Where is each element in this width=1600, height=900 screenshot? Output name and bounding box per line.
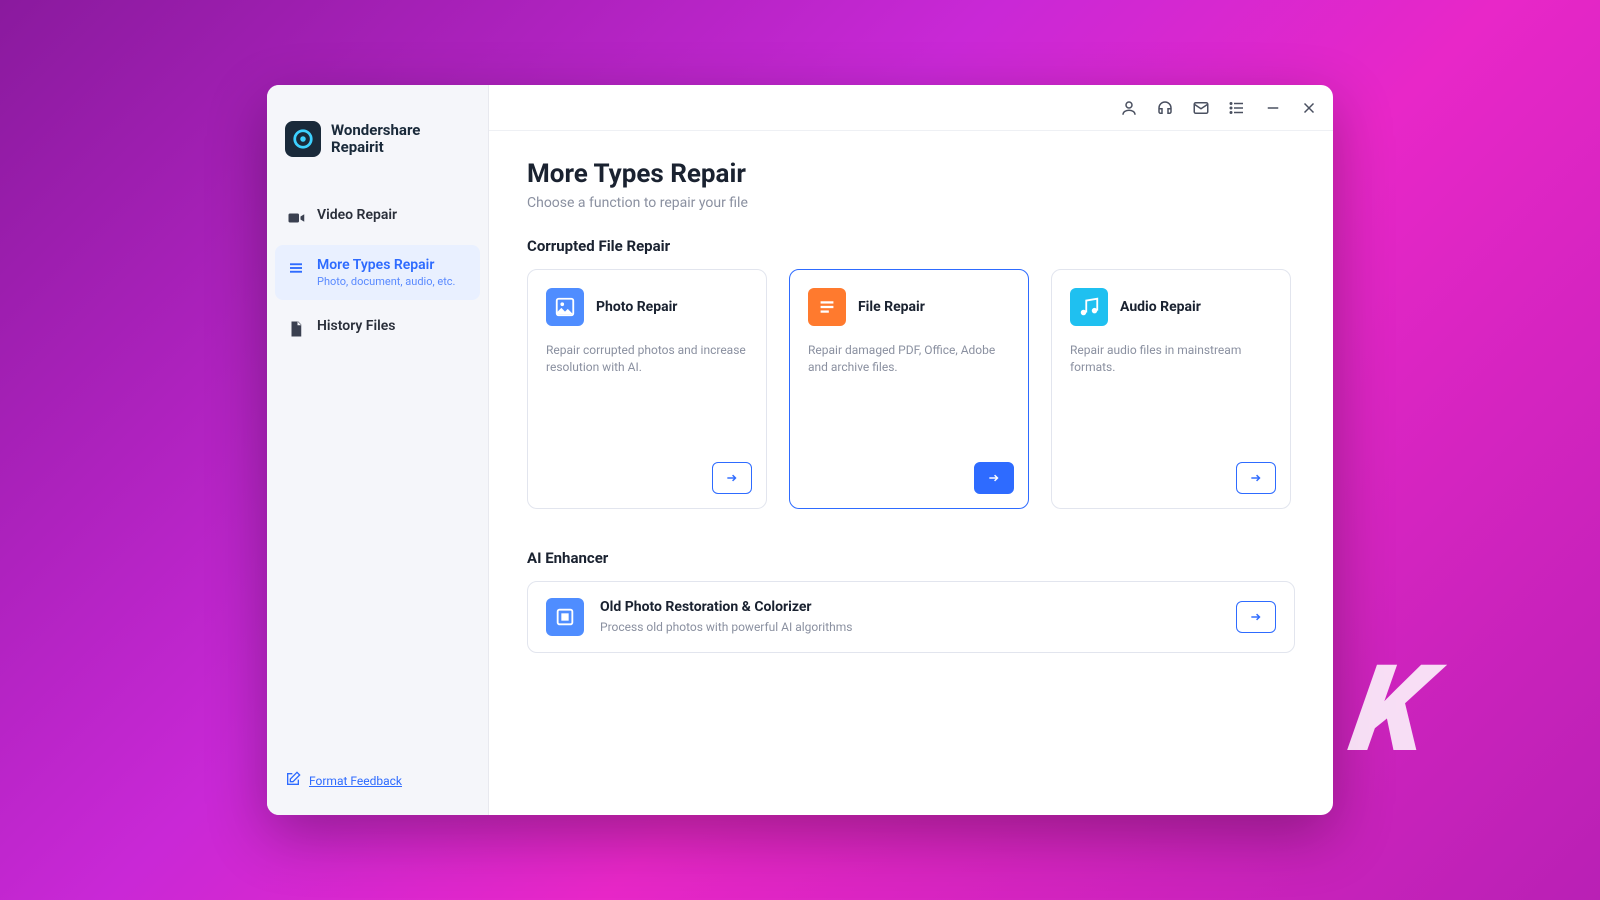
format-feedback-link[interactable]: Format Feedback	[309, 774, 402, 788]
menu-icon[interactable]	[1227, 98, 1247, 118]
card-desc: Process old photos with powerful AI algo…	[600, 619, 852, 636]
app-window: Wondershare Repairit Video Repair More T…	[267, 85, 1333, 815]
content: More Types Repair Choose a function to r…	[489, 131, 1333, 815]
sidebar-footer: Format Feedback	[267, 757, 488, 815]
nav-label: History Files	[317, 318, 396, 334]
watermark: K	[1341, 640, 1432, 780]
old-photo-icon	[546, 598, 584, 636]
sidebar-nav: Video Repair More Types Repair Photo, do…	[267, 185, 488, 366]
nav-sublabel: Photo, document, audio, etc.	[317, 275, 455, 288]
sidebar: Wondershare Repairit Video Repair More T…	[267, 85, 489, 815]
feedback-icon	[285, 771, 301, 791]
card-photo-repair[interactable]: Photo Repair Repair corrupted photos and…	[527, 269, 767, 509]
document-icon	[808, 288, 846, 326]
sidebar-item-history-files[interactable]: History Files	[275, 306, 480, 350]
section-heading-ai: AI Enhancer	[527, 549, 1295, 567]
go-button[interactable]	[1236, 462, 1276, 494]
go-button[interactable]	[974, 462, 1014, 494]
page-title: More Types Repair	[527, 159, 1295, 189]
titlebar	[489, 85, 1333, 131]
card-audio-repair[interactable]: Audio Repair Repair audio files in mains…	[1051, 269, 1291, 509]
support-icon[interactable]	[1155, 98, 1175, 118]
page-subtitle: Choose a function to repair your file	[527, 195, 1295, 211]
sidebar-item-video-repair[interactable]: Video Repair	[275, 195, 480, 239]
card-file-repair[interactable]: File Repair Repair damaged PDF, Office, …	[789, 269, 1029, 509]
card-desc: Repair damaged PDF, Office, Adobe and ar…	[808, 342, 1010, 376]
card-title: Photo Repair	[596, 299, 677, 315]
card-title: Old Photo Restoration & Colorizer	[600, 599, 852, 615]
card-title: Audio Repair	[1120, 299, 1201, 315]
sidebar-item-more-types-repair[interactable]: More Types Repair Photo, document, audio…	[275, 245, 480, 300]
card-row: Photo Repair Repair corrupted photos and…	[527, 269, 1295, 509]
video-icon	[287, 209, 305, 227]
minimize-icon[interactable]	[1263, 98, 1283, 118]
app-name-line1: Wondershare	[331, 122, 420, 139]
user-icon[interactable]	[1119, 98, 1139, 118]
app-logo-icon	[285, 121, 321, 157]
photo-icon	[546, 288, 584, 326]
go-button[interactable]	[1236, 601, 1276, 633]
app-name: Wondershare Repairit	[331, 122, 420, 157]
close-icon[interactable]	[1299, 98, 1319, 118]
app-logo: Wondershare Repairit	[267, 121, 488, 185]
music-icon	[1070, 288, 1108, 326]
list-icon	[287, 259, 305, 277]
app-name-line2: Repairit	[331, 139, 420, 156]
card-old-photo-restoration[interactable]: Old Photo Restoration & Colorizer Proces…	[527, 581, 1295, 653]
nav-label: Video Repair	[317, 207, 397, 223]
section-heading-corrupted: Corrupted File Repair	[527, 237, 1295, 255]
main-area: More Types Repair Choose a function to r…	[489, 85, 1333, 815]
card-title: File Repair	[858, 299, 925, 315]
card-desc: Repair corrupted photos and increase res…	[546, 342, 748, 376]
mail-icon[interactable]	[1191, 98, 1211, 118]
file-icon	[287, 320, 305, 338]
nav-label: More Types Repair	[317, 257, 455, 273]
card-desc: Repair audio files in mainstream formats…	[1070, 342, 1272, 376]
go-button[interactable]	[712, 462, 752, 494]
